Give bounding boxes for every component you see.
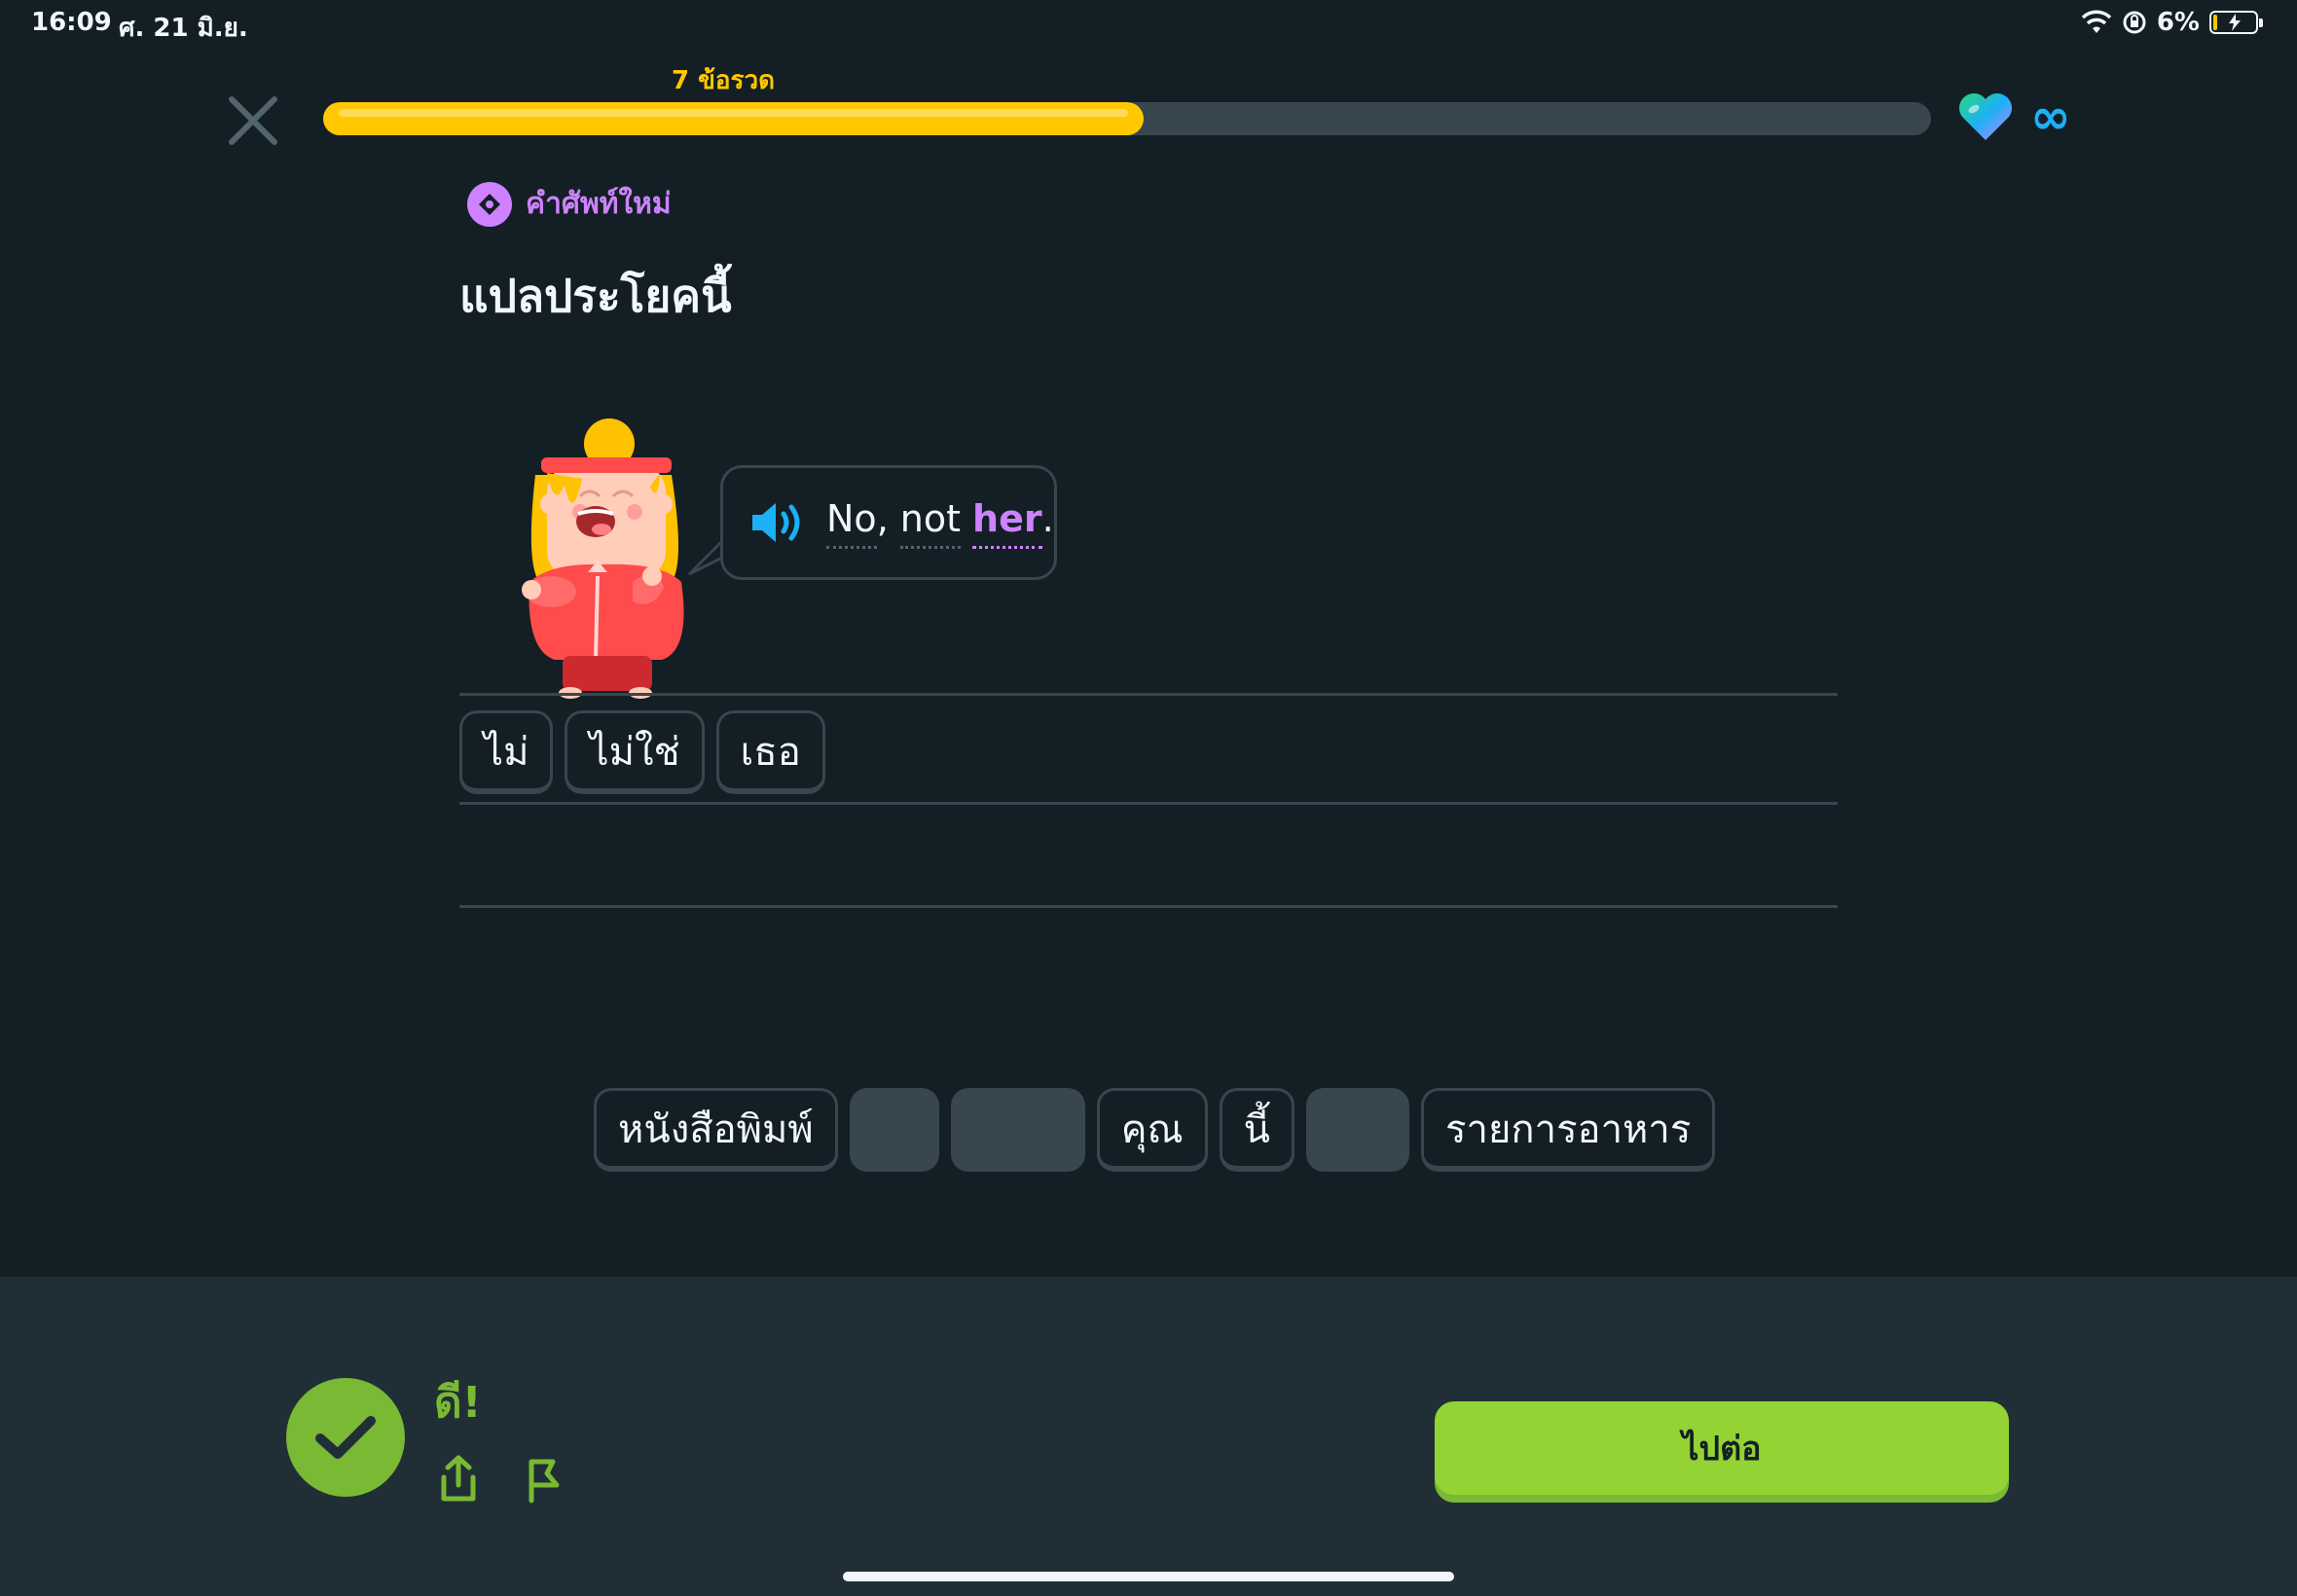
heart-icon xyxy=(1959,93,2012,140)
word-bank-slot-empty xyxy=(950,1088,1085,1172)
new-word-tag: คำศัพท์ใหม่ xyxy=(467,181,672,227)
word-bank-slot-empty xyxy=(849,1088,939,1172)
page-title: แปลประโยคนี้ xyxy=(459,270,732,322)
word-bank-tile[interactable]: หนังสือพิมพ์ xyxy=(594,1088,838,1172)
answer-line xyxy=(459,905,1838,908)
sentence-word[interactable]: not xyxy=(899,497,962,549)
answer-tile[interactable]: ไม่ xyxy=(459,710,554,794)
word-bank: หนังสือพิมพ์ คุณ นี้ รายการอาหาร xyxy=(594,1088,1716,1172)
streak-label: 7 ข้อรวด xyxy=(672,66,775,95)
home-indicator[interactable] xyxy=(843,1572,1454,1581)
answer-line xyxy=(459,693,1838,696)
answer-area: ไม่ ไม่ใช่ เธอ xyxy=(459,710,825,794)
continue-button[interactable]: ไปต่อ xyxy=(1435,1401,2009,1495)
infinity-hearts: ∞ xyxy=(2030,89,2071,145)
sentence-punct: , xyxy=(876,496,889,540)
battery-icon xyxy=(2209,11,2263,34)
answer-line xyxy=(459,802,1838,805)
feedback-title: ดี! xyxy=(434,1378,482,1428)
answer-tile[interactable]: ไม่ใช่ xyxy=(565,710,705,794)
sentence-word-new[interactable]: her xyxy=(972,497,1042,549)
status-date: ศ. 21 มิ.ย. xyxy=(119,14,248,43)
speech-bubble: No , not her . xyxy=(720,465,1057,580)
answer-tile[interactable]: เธอ xyxy=(715,710,825,794)
check-icon xyxy=(286,1378,405,1497)
wifi-icon xyxy=(2081,10,2112,33)
lesson-progress-bar xyxy=(323,102,1931,135)
close-icon[interactable] xyxy=(224,91,282,150)
progress-fill xyxy=(323,102,1144,135)
status-indicators: 6% xyxy=(2081,8,2263,37)
word-bank-tile[interactable]: นี้ xyxy=(1219,1088,1294,1172)
sentence-word[interactable]: No xyxy=(826,497,877,549)
status-time: 16:09 xyxy=(31,8,112,37)
flag-icon[interactable] xyxy=(514,1454,561,1505)
prompt-sentence: No , not her . xyxy=(826,497,1054,549)
sentence-punct: . xyxy=(1041,496,1054,540)
new-word-icon xyxy=(467,181,512,227)
word-bank-tile[interactable]: คุณ xyxy=(1096,1088,1208,1172)
battery-percent: 6% xyxy=(2156,8,2200,37)
word-bank-slot-empty xyxy=(1306,1088,1409,1172)
share-icon[interactable] xyxy=(434,1454,483,1505)
word-bank-tile[interactable]: รายการอาหาร xyxy=(1421,1088,1716,1172)
speaker-icon[interactable] xyxy=(750,501,805,544)
new-word-label: คำศัพท์ใหม่ xyxy=(526,187,672,221)
character-illustration xyxy=(522,418,684,699)
rotation-lock-icon xyxy=(2123,11,2146,34)
hearts-counter[interactable]: ∞ xyxy=(1956,91,2071,142)
status-bar: 16:09 ศ. 21 มิ.ย. 6% xyxy=(0,0,2297,47)
